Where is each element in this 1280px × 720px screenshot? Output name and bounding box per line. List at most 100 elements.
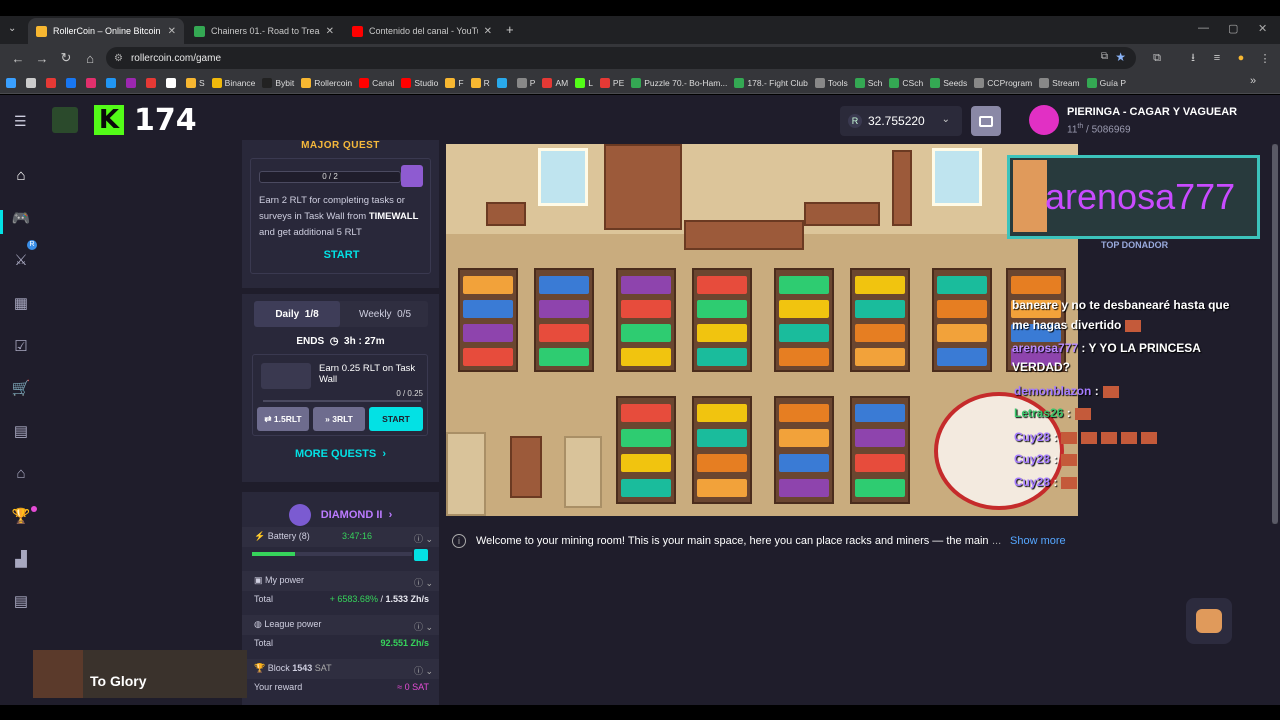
nav-tasks-icon[interactable]: ☑	[11, 336, 31, 356]
bookmark-item[interactable]	[46, 77, 59, 88]
task-start-button[interactable]: START	[369, 407, 423, 431]
miner[interactable]	[621, 454, 671, 472]
bookmark-item[interactable]: Tools	[814, 77, 848, 88]
side-table[interactable]	[486, 202, 526, 226]
bookmark-item[interactable]	[66, 77, 79, 88]
miner[interactable]	[621, 479, 671, 497]
bookmark-item[interactable]: 178.- Fight Club	[734, 77, 808, 88]
new-tab-button[interactable]: +	[506, 22, 514, 37]
mining-rack[interactable]	[692, 268, 752, 372]
bookmark-item[interactable]: R	[470, 77, 490, 88]
address-bar[interactable]: ⚙ rollercoin.com/game ⧉ ★	[106, 47, 1136, 69]
bookmark-item[interactable]: PE	[599, 77, 624, 88]
tab-search-icon[interactable]: ⌄	[8, 23, 16, 34]
desk[interactable]	[684, 220, 804, 250]
miner[interactable]	[621, 429, 671, 447]
miner[interactable]	[779, 454, 829, 472]
maximize-icon[interactable]: ▢	[1228, 22, 1238, 35]
miner[interactable]	[855, 348, 905, 366]
miner[interactable]	[539, 276, 589, 294]
miner[interactable]	[779, 276, 829, 294]
tab-chainers[interactable]: Chainers 01.- Road to Treasure ✕	[186, 18, 342, 44]
nav-factory-icon[interactable]: ▟	[11, 549, 31, 569]
cabinet[interactable]	[510, 436, 542, 498]
skip-button[interactable]: » 3RLT	[313, 407, 365, 431]
miner[interactable]	[855, 300, 905, 318]
miner[interactable]	[621, 324, 671, 342]
more-quests-link[interactable]: MORE QUESTS ›	[242, 448, 439, 460]
close-tab-icon[interactable]: ✕	[326, 26, 334, 37]
mining-rack[interactable]	[774, 268, 834, 372]
media-icon[interactable]: ≡	[1208, 49, 1226, 67]
nav-home-icon[interactable]: ⌂	[11, 165, 31, 185]
tab-youtube[interactable]: Contenido del canal - YouTube ✕	[344, 18, 500, 44]
miner[interactable]	[855, 404, 905, 422]
miner[interactable]	[855, 429, 905, 447]
miner[interactable]	[855, 479, 905, 497]
miner[interactable]	[697, 348, 747, 366]
miner[interactable]	[621, 348, 671, 366]
mining-rack[interactable]	[458, 268, 518, 372]
league-link[interactable]: DIAMOND II ›	[242, 502, 439, 528]
nav-store-icon[interactable]: ▤	[11, 421, 31, 441]
bookmark-item[interactable]: AM	[542, 77, 568, 88]
chrome-menu-icon[interactable]: ⋮	[1256, 49, 1274, 67]
more-bookmarks-icon[interactable]: »	[1250, 75, 1256, 87]
miner[interactable]	[621, 276, 671, 294]
nav-marketplace-icon[interactable]: 🛒	[11, 378, 31, 398]
miner[interactable]	[463, 276, 513, 294]
bookmark-item[interactable]: F	[445, 77, 464, 88]
balance-dropdown[interactable]: R 32.755220 ⌄	[840, 106, 962, 136]
miner[interactable]	[697, 429, 747, 447]
info-chevron-icon[interactable]: ⓘ ⌄	[414, 576, 433, 589]
install-icon[interactable]: ⧉	[1101, 51, 1108, 62]
bookmark-item[interactable]: Bybit	[262, 77, 294, 88]
tab-rollercoin[interactable]: RollerCoin – Online Bitcoin Mining ✕	[28, 18, 184, 44]
minimize-icon[interactable]: —	[1198, 22, 1209, 34]
mining-rack[interactable]	[850, 268, 910, 372]
nav-hall-icon[interactable]: ⌂	[11, 463, 31, 483]
bookmark-star-icon[interactable]: ★	[1115, 50, 1126, 64]
bookmark-item[interactable]	[126, 77, 139, 88]
bookmark-item[interactable]: Rollercoin	[301, 77, 352, 88]
side-table[interactable]	[804, 202, 880, 226]
bookmark-item[interactable]: P	[516, 77, 535, 88]
mining-rack[interactable]	[692, 396, 752, 504]
mining-rack[interactable]	[616, 268, 676, 372]
nav-pvp-icon[interactable]: ⚔	[11, 250, 31, 270]
miner[interactable]	[621, 300, 671, 318]
bookmark-item[interactable]: S	[186, 77, 205, 88]
miner[interactable]	[697, 300, 747, 318]
download-icon[interactable]: ⭳	[1184, 49, 1202, 67]
close-tab-icon[interactable]: ✕	[484, 26, 492, 37]
bookmark-item[interactable]	[86, 77, 99, 88]
bookmark-item[interactable]: Canal	[359, 77, 394, 88]
wallet-button[interactable]	[971, 106, 1001, 136]
bookmark-item[interactable]: Studio	[401, 77, 438, 88]
miner[interactable]	[1011, 276, 1061, 294]
bookmark-item[interactable]	[106, 77, 119, 88]
mining-rack[interactable]	[616, 396, 676, 504]
home-icon[interactable]: ⌂	[80, 48, 100, 68]
miner[interactable]	[463, 348, 513, 366]
bookmark-item[interactable]	[26, 77, 39, 88]
miner[interactable]	[779, 324, 829, 342]
bookmark-item[interactable]: Seeds	[930, 77, 967, 88]
miner[interactable]	[937, 276, 987, 294]
info-chevron-icon[interactable]: ⓘ ⌄	[414, 620, 433, 633]
miner[interactable]	[779, 429, 829, 447]
mining-rack[interactable]	[774, 396, 834, 504]
miner[interactable]	[855, 276, 905, 294]
tab-daily[interactable]: Daily 1/8	[254, 301, 340, 327]
miner[interactable]	[779, 404, 829, 422]
nav-news-icon[interactable]: ▤	[11, 591, 31, 611]
battery-boost-icon[interactable]	[414, 549, 428, 561]
bookmark-item[interactable]: Stream	[1039, 77, 1080, 88]
miner[interactable]	[463, 324, 513, 342]
miner[interactable]	[855, 324, 905, 342]
mining-rack[interactable]	[534, 268, 594, 372]
miner[interactable]	[621, 404, 671, 422]
miner[interactable]	[697, 454, 747, 472]
clock-furniture[interactable]	[892, 150, 912, 226]
miner[interactable]	[539, 324, 589, 342]
